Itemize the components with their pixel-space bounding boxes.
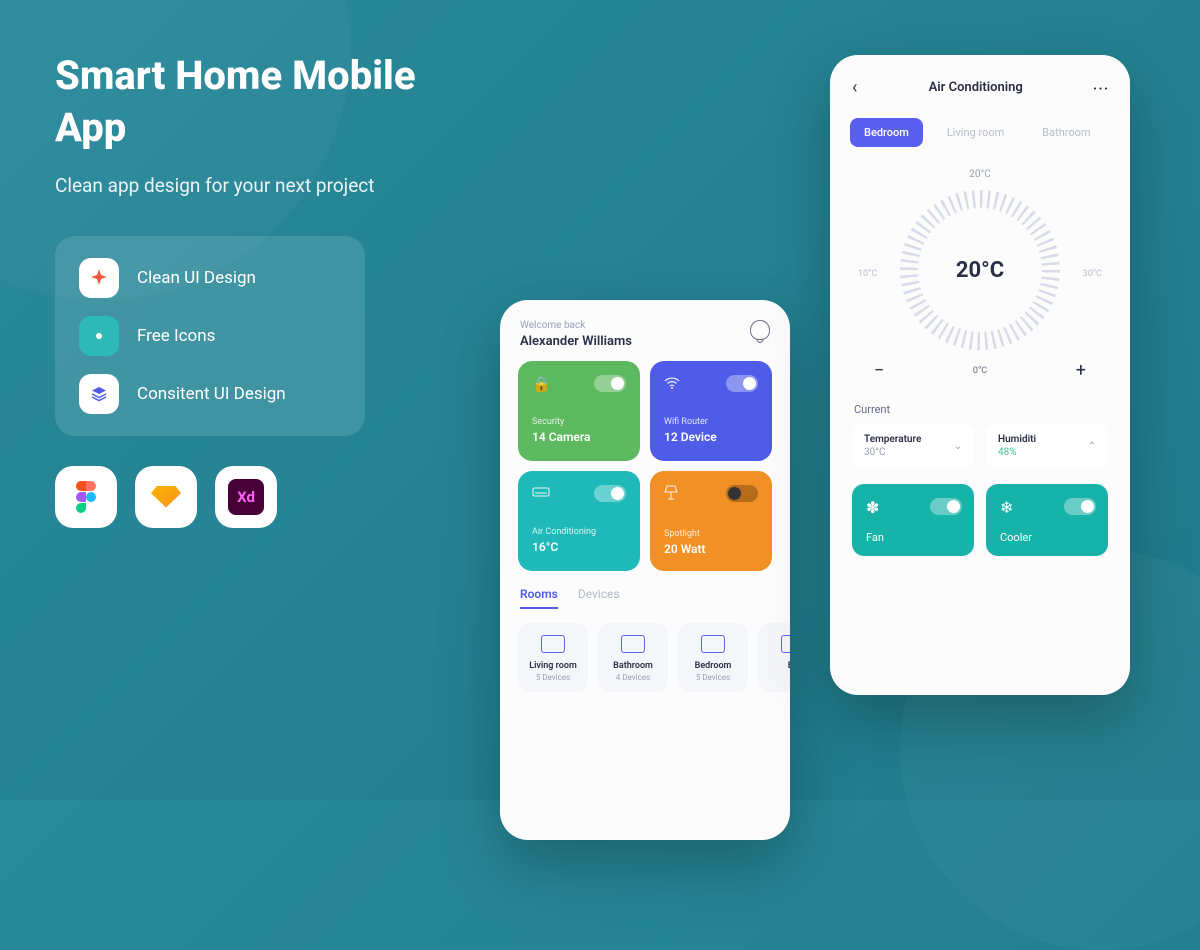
room-card[interactable]: Bathroom 4 Devices (598, 623, 668, 692)
promo-subtitle: Clean app design for your next project (55, 172, 455, 201)
control-label: Fan (866, 531, 960, 544)
dial-min-label: 10°C (858, 269, 877, 279)
stat-value: 48% (998, 447, 1036, 458)
toggle-switch[interactable] (594, 375, 626, 392)
sparkle-icon (79, 258, 119, 298)
tile-security[interactable]: 🔒 Security 14 Camera (518, 361, 640, 461)
tab-bathroom[interactable]: Bathroom (1028, 118, 1104, 147)
control-label: Cooler (1000, 531, 1094, 544)
tile-value: 14 Camera (532, 430, 626, 444)
figma-icon (55, 466, 117, 528)
room-count: 5 Devices (526, 673, 580, 682)
increase-button[interactable]: + (1076, 360, 1086, 381)
room-card[interactable]: Bedroom 5 Devices (678, 623, 748, 692)
bell-icon[interactable] (750, 320, 770, 340)
room-name: Be (766, 661, 790, 671)
sketch-icon (135, 466, 197, 528)
room-card[interactable]: Be (758, 623, 790, 692)
dot-icon (79, 316, 119, 356)
feature-label: Clean UI Design (137, 268, 256, 288)
decrease-button[interactable]: − (874, 360, 884, 381)
stat-temperature[interactable]: Temperature 30°C ⌄ (852, 424, 974, 468)
room-count: 4 Devices (606, 673, 660, 682)
toggle-switch[interactable] (594, 485, 626, 502)
toggle-switch[interactable] (726, 485, 758, 502)
stat-humidity[interactable]: Humiditi 48% ⌃ (986, 424, 1108, 468)
layers-icon (79, 374, 119, 414)
control-fan[interactable]: ✽ Fan (852, 484, 974, 556)
dial-value: 20°C (956, 258, 1004, 283)
tile-label: Air Conditioning (532, 527, 626, 537)
room-card[interactable]: Living room 5 Devices (518, 623, 588, 692)
tile-spotlight[interactable]: Spotlight 20 Watt (650, 471, 772, 571)
dial-top-label: 20°C (830, 169, 1130, 180)
xd-icon: Xd (215, 466, 277, 528)
tile-label: Wifi Router (664, 417, 758, 427)
tile-value: 12 Device (664, 430, 758, 444)
tile-label: Spotlight (664, 529, 758, 539)
bed-icon (781, 635, 790, 653)
room-name: Bedroom (686, 661, 740, 671)
welcome-label: Welcome back (520, 320, 632, 331)
toggle-switch[interactable] (930, 498, 962, 515)
toggle-switch[interactable] (726, 375, 758, 392)
phone-mock-home: Welcome back Alexander Williams 🔒 Securi… (500, 300, 790, 840)
tab-devices[interactable]: Devices (578, 587, 620, 609)
stat-name: Temperature (864, 434, 921, 445)
tab-livingroom[interactable]: Living room (933, 118, 1018, 147)
temperature-dial[interactable]: 20°C (900, 190, 1060, 350)
dial-max-label: 30°C (1083, 269, 1102, 279)
tab-rooms[interactable]: Rooms (520, 587, 558, 609)
feature-label: Consitent UI Design (137, 384, 286, 404)
tile-label: Security (532, 417, 626, 427)
feature-list: Clean UI Design Free Icons Consitent UI … (55, 236, 365, 436)
promo-panel: Smart Home Mobile App Clean app design f… (55, 50, 455, 528)
screen-title: Air Conditioning (929, 80, 1023, 95)
chevron-down-icon: ⌄ (954, 441, 962, 452)
dial-bottom-label: 0°C (973, 366, 987, 376)
room-name: Living room (526, 661, 580, 671)
promo-title: Smart Home Mobile App (55, 50, 455, 154)
bed-icon (701, 635, 725, 653)
username: Alexander Williams (520, 334, 632, 349)
control-cooler[interactable]: ❄ Cooler (986, 484, 1108, 556)
feature-item: Consitent UI Design (79, 374, 341, 414)
phone-mock-ac: ‹ Air Conditioning ⋮ Bedroom Living room… (830, 55, 1130, 695)
tile-value: 16°C (532, 540, 626, 554)
sofa-icon (541, 635, 565, 653)
tool-icons: Xd (55, 466, 455, 528)
current-label: Current (830, 391, 1130, 424)
tile-wifi[interactable]: Wifi Router 12 Device (650, 361, 772, 461)
feature-label: Free Icons (137, 326, 215, 346)
feature-item: Free Icons (79, 316, 341, 356)
room-name: Bathroom (606, 661, 660, 671)
room-count: 5 Devices (686, 673, 740, 682)
stat-value: 30°C (864, 447, 921, 458)
back-button[interactable]: ‹ (852, 77, 857, 98)
stat-name: Humiditi (998, 434, 1036, 445)
tile-ac[interactable]: Air Conditioning 16°C (518, 471, 640, 571)
feature-item: Clean UI Design (79, 258, 341, 298)
more-icon[interactable]: ⋮ (1092, 81, 1111, 95)
bath-icon (621, 635, 645, 653)
chevron-up-icon: ⌃ (1088, 441, 1096, 452)
toggle-switch[interactable] (1064, 498, 1096, 515)
tab-bedroom[interactable]: Bedroom (850, 118, 923, 147)
tile-value: 20 Watt (664, 542, 758, 556)
